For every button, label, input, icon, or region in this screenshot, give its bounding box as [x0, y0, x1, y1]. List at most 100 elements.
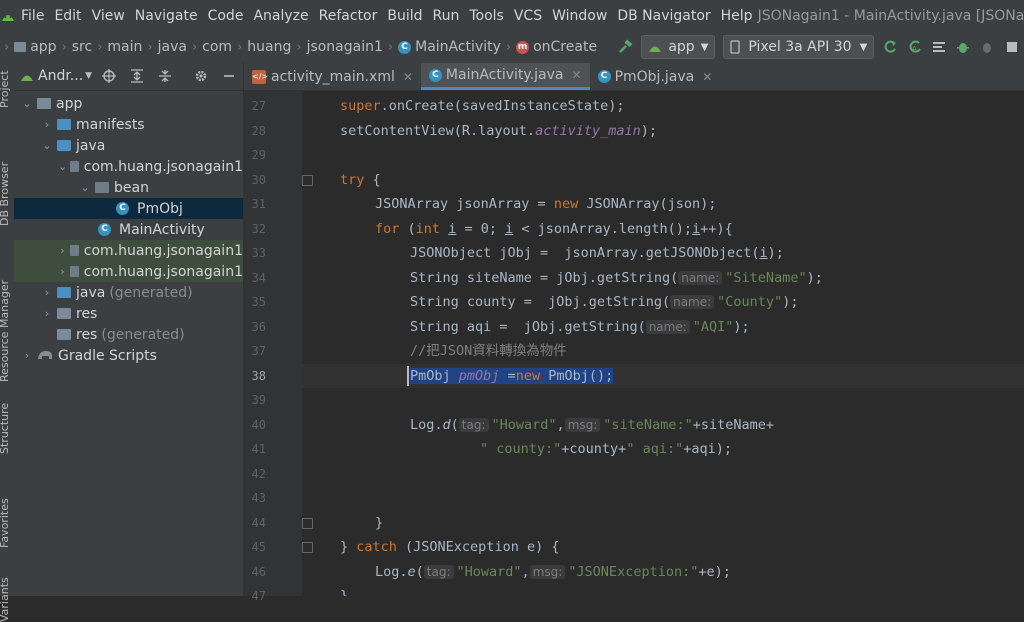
code-line[interactable]: JSONObject jObj = jsonArray.getJSONObjec… [410, 241, 784, 265]
apply-changes-restart-icon[interactable] [880, 36, 900, 58]
menu-file[interactable]: File [16, 8, 49, 24]
menu-build[interactable]: Build [382, 8, 427, 24]
code-line[interactable]: } [340, 584, 348, 596]
code-line[interactable]: " county:"+county+" aqi:"+aqi); [480, 437, 732, 461]
code-line[interactable]: String county = jObj.getString(name: "Cou… [410, 290, 798, 314]
resource-manager-tool-tab[interactable]: Resource Manager [0, 280, 11, 382]
chevron-right-icon[interactable]: › [40, 286, 54, 299]
run-config-selector[interactable]: app ▼ [641, 35, 716, 59]
menu-analyze[interactable]: Analyze [248, 8, 313, 24]
tree-item-mainactivity[interactable]: C MainActivity [14, 219, 243, 240]
structure-tool-tab[interactable]: Structure [0, 403, 11, 454]
breadcrumb-java[interactable]: java [154, 39, 191, 55]
breadcrumb-jsonagain1[interactable]: jsonagain1 [303, 39, 387, 55]
project-tool-tab[interactable]: Project [0, 70, 11, 108]
tab-activity-main-xml[interactable]: </> activity_main.xml ✕ [244, 63, 421, 90]
menu-navigate[interactable]: Navigate [130, 8, 203, 24]
menu-refactor[interactable]: Refactor [314, 8, 383, 24]
chevron-right-icon: › [296, 39, 302, 55]
attach-debugger-icon[interactable] [977, 36, 997, 58]
breadcrumb-app[interactable]: app [10, 39, 60, 55]
breadcrumb-com[interactable]: com [198, 39, 236, 55]
chevron-right-icon[interactable]: › [40, 118, 54, 131]
chevron-down-icon[interactable]: ⌄ [58, 160, 67, 173]
code-line[interactable]: } [375, 511, 383, 535]
project-view-selector[interactable]: Andr... [38, 68, 83, 84]
code-line[interactable]: } catch (JSONException e) { [340, 535, 559, 559]
code-line[interactable]: for (int i = 0; i < jsonArray.length();i… [375, 217, 733, 241]
collapse-all-icon[interactable] [154, 65, 176, 87]
expand-all-icon[interactable] [126, 65, 148, 87]
tree-item-label: java [76, 137, 106, 154]
chevron-right-icon[interactable]: › [20, 349, 34, 362]
debug-bug-icon[interactable] [953, 36, 973, 58]
menu-help[interactable]: Help [716, 8, 758, 24]
menu-vcs[interactable]: VCS [509, 8, 547, 24]
build-variants-tool-tab[interactable]: Variants [0, 577, 11, 622]
code-line[interactable]: Log.d(tag: "Howard", msg: "siteName:"+siteN… [410, 413, 774, 437]
chevron-down-icon[interactable]: ⌄ [20, 97, 34, 110]
dropdown-arrow-icon[interactable]: ▼ [85, 71, 92, 81]
menu-run[interactable]: Run [428, 8, 465, 24]
code-line[interactable]: try { [340, 168, 381, 192]
stop-icon[interactable] [1002, 36, 1022, 58]
code-line[interactable]: JSONArray jsonArray = new JSONArray(json… [375, 192, 716, 216]
code-line[interactable]: String siteName = jObj.getString(name: "S… [410, 266, 823, 290]
breadcrumb-main[interactable]: main [103, 39, 146, 55]
tree-item-pmobj[interactable]: C PmObj [14, 198, 243, 219]
close-icon[interactable]: ✕ [572, 68, 582, 82]
hammer-build-icon[interactable] [615, 36, 635, 58]
menu-window[interactable]: Window [547, 8, 612, 24]
code-line[interactable]: setContentView(R.layout.activity_main); [340, 119, 657, 143]
code-token: try [340, 171, 365, 188]
code-line[interactable]: PmObj pmObj =new PmObj(); [410, 364, 614, 388]
menu-tools[interactable]: Tools [464, 8, 509, 24]
tree-item-package[interactable]: ⌄ com.huang.jsonagain1 [14, 156, 243, 177]
tree-item-app[interactable]: ⌄ app [14, 93, 243, 114]
logcat-icon[interactable] [929, 36, 949, 58]
line-number-gutter[interactable]: 27 28 29 30 31 32 33 34 35 36 37 38 39 40 41 42 43 44 45 46… [244, 91, 331, 603]
close-icon[interactable]: ✕ [702, 70, 712, 84]
tree-item-gradle-scripts[interactable]: › Gradle Scripts [14, 345, 243, 366]
chevron-right-icon[interactable]: › [40, 307, 54, 320]
favorites-tool-tab[interactable]: Favorites [0, 498, 11, 548]
chevron-down-icon[interactable]: ⌄ [40, 139, 54, 152]
minimize-icon[interactable] [218, 65, 240, 87]
gear-icon[interactable] [190, 65, 212, 87]
tree-item-res[interactable]: › res [14, 303, 243, 324]
code-line[interactable]: super.onCreate(savedInstanceState); [340, 94, 624, 118]
tree-item-package-androidtest[interactable]: › com.huang.jsonagain1 [14, 240, 243, 261]
tree-item-java[interactable]: ⌄ java [14, 135, 243, 156]
tree-item-bean[interactable]: ⌄ bean [14, 177, 243, 198]
tree-item-java-generated[interactable]: › java (generated) [14, 282, 243, 303]
apply-code-changes-icon[interactable]: A [905, 36, 925, 58]
tab-mainactivity-java[interactable]: C MainActivity.java ✕ [420, 63, 590, 90]
code-area[interactable]: super.onCreate(savedInstanceState); setCo… [302, 91, 1024, 596]
chevron-right-icon[interactable]: › [58, 265, 67, 278]
code-line[interactable]: //把JSON資料轉換為物件 [410, 339, 567, 363]
menu-code[interactable]: Code [203, 8, 249, 24]
chevron-down-icon[interactable]: ⌄ [78, 181, 92, 194]
menu-db-navigator[interactable]: DB Navigator [612, 8, 715, 24]
parameter-hint: name: [645, 319, 690, 334]
breadcrumb-src[interactable]: src [68, 39, 96, 55]
run-config-label: app [668, 39, 695, 55]
breadcrumb-mainactivity[interactable]: C MainActivity [394, 39, 505, 55]
close-icon[interactable]: ✕ [403, 70, 413, 84]
code-line[interactable]: String aqi = jObj.getString(name: "AQI"); [410, 315, 750, 339]
tree-item-res-generated[interactable]: res (generated) [14, 324, 243, 345]
menu-view[interactable]: View [87, 8, 130, 24]
db-browser-tool-tab[interactable]: DB Browser [0, 162, 11, 226]
tree-item-manifests[interactable]: › manifests [14, 114, 243, 135]
tab-label: MainActivity.java [445, 67, 564, 83]
breadcrumb-huang[interactable]: huang [243, 39, 295, 55]
breadcrumb-oncreate[interactable]: m onCreate [512, 39, 601, 55]
chevron-right-icon[interactable]: › [58, 244, 67, 257]
code-token: catch [356, 539, 397, 555]
tab-pmobj-java[interactable]: C PmObj.java ✕ [590, 63, 721, 90]
code-line[interactable]: Log.e(tag: "Howard", msg: "JSONException:"+… [375, 560, 731, 584]
menu-edit[interactable]: Edit [49, 8, 86, 24]
target-locate-icon[interactable] [98, 65, 120, 87]
device-selector[interactable]: Pixel 3a API 30 ▼ [723, 35, 875, 59]
tree-item-package-test[interactable]: › com.huang.jsonagain1 [14, 261, 243, 282]
